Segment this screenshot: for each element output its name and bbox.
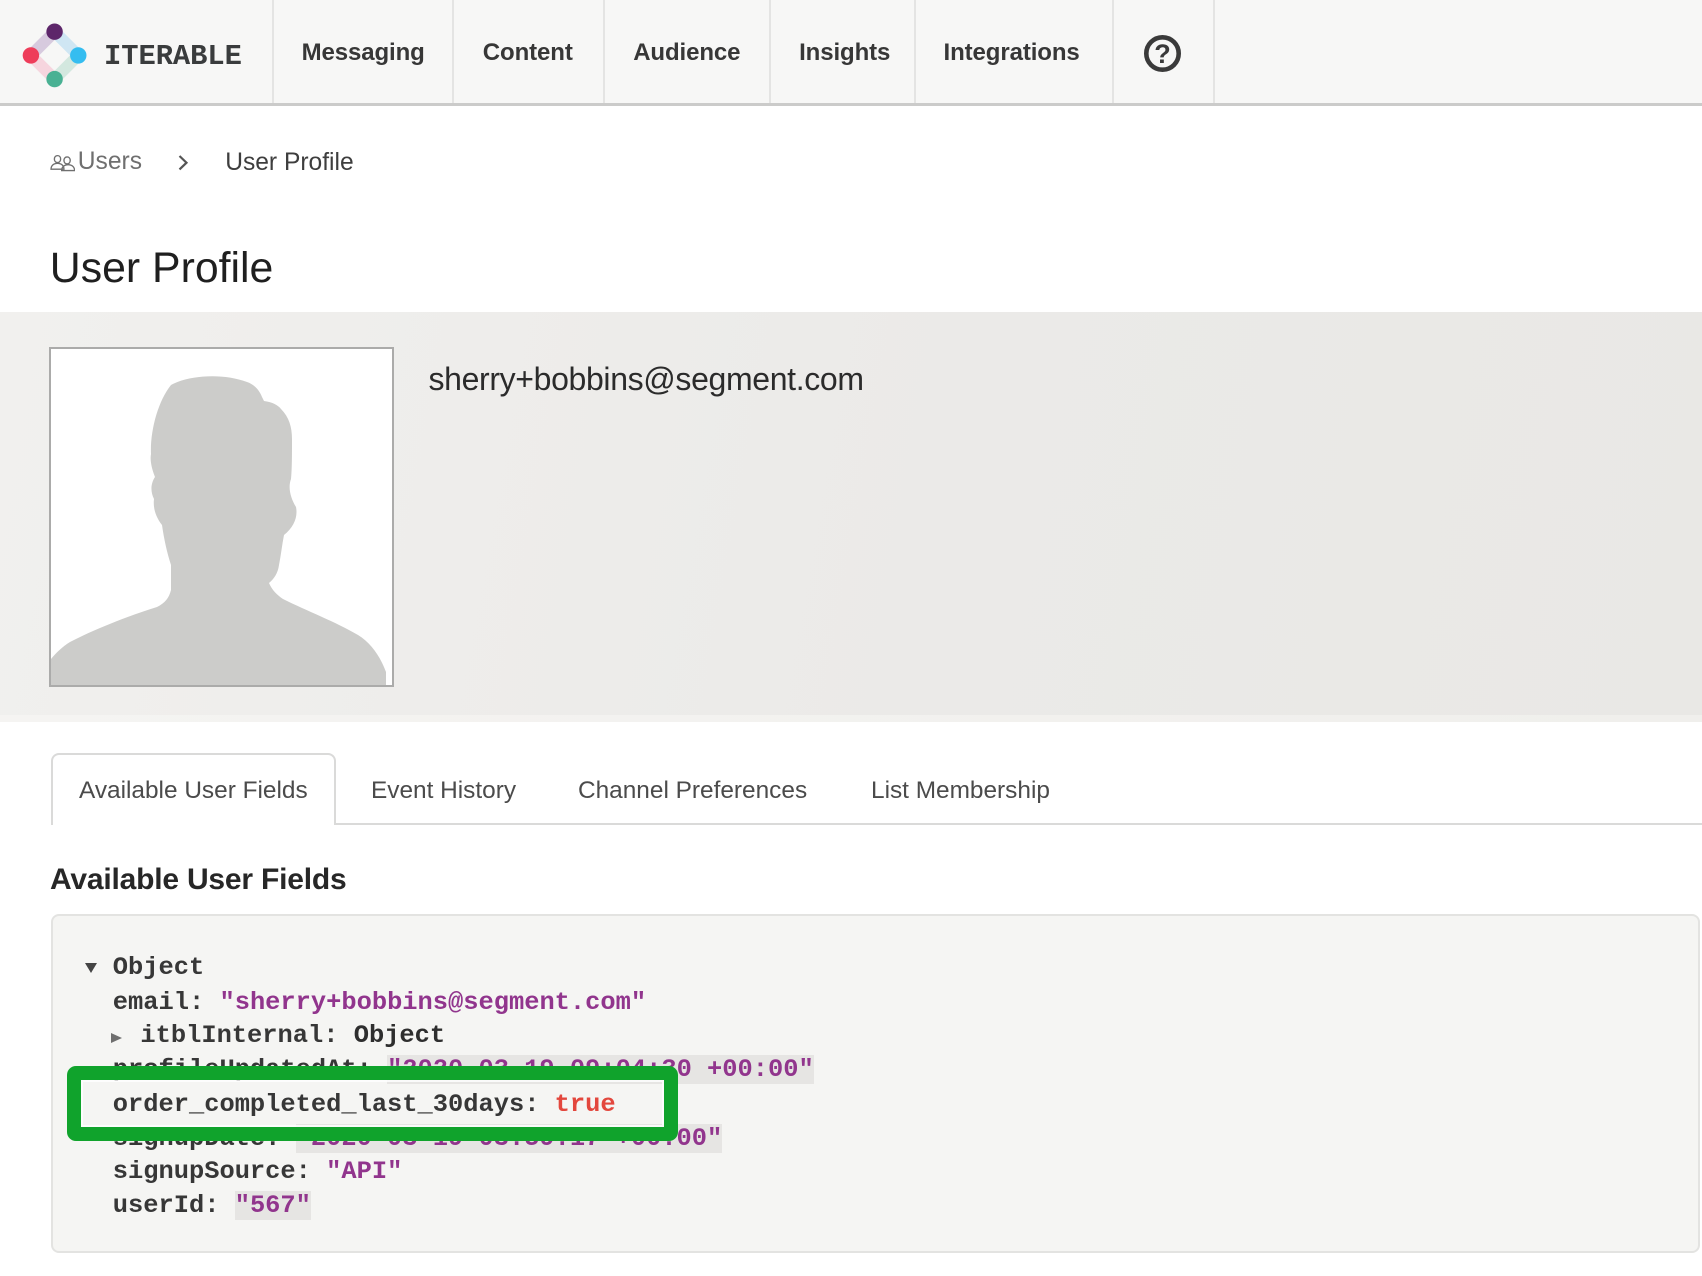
svg-text:?: ?: [1154, 39, 1171, 69]
